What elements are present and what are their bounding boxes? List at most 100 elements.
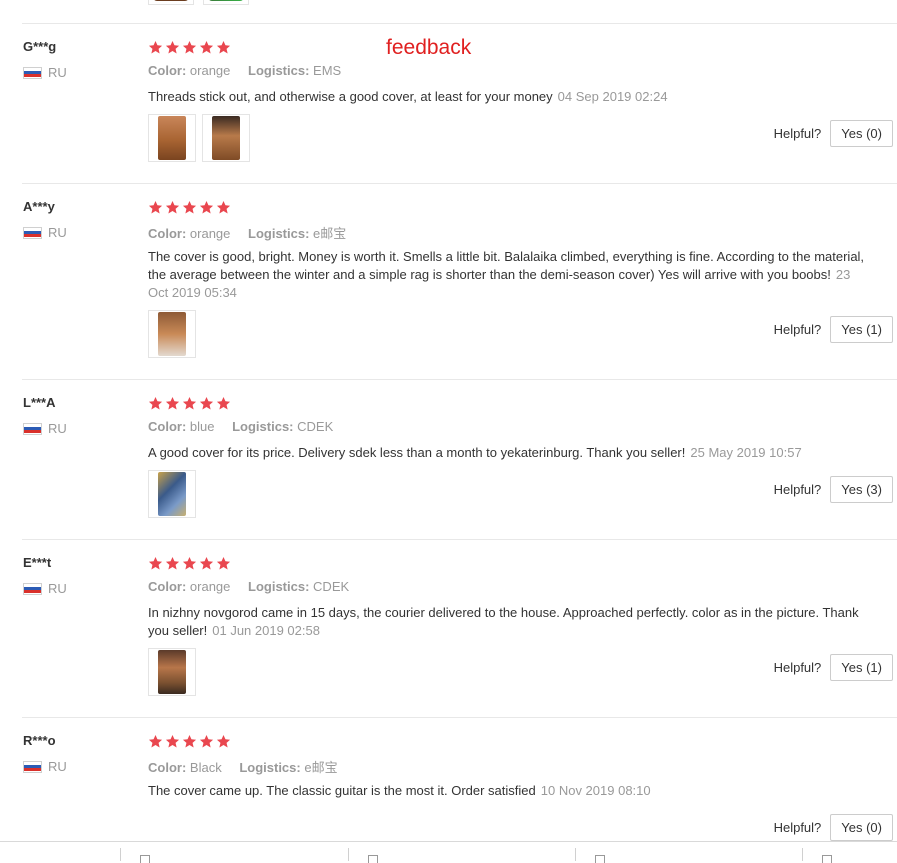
review-photos [148, 648, 196, 696]
review-body: The cover is good, bright. Money is wort… [148, 249, 865, 282]
review-divider [22, 717, 897, 718]
reviewer-name: R***o [23, 733, 56, 748]
helpful-yes-button[interactable]: Yes (1) [830, 316, 893, 343]
star-rating [148, 200, 231, 215]
toolbar-separator [802, 848, 803, 861]
review-photo-thumbnail[interactable] [148, 114, 196, 162]
russia-flag-icon [23, 582, 42, 595]
logistics-value: e邮宝 [313, 226, 347, 241]
color-label: Color: [148, 760, 187, 775]
reviewer-country: RU [23, 421, 67, 436]
review-text: In nizhny novgorod came in 15 days, the … [148, 604, 868, 640]
logistics-label: Logistics: [232, 419, 294, 434]
review-divider [22, 379, 897, 380]
review-meta: Color: blue Logistics: CDEK [148, 419, 333, 434]
logistics-value: EMS [313, 63, 342, 78]
helpful-yes-button[interactable]: Yes (0) [830, 814, 893, 841]
color-value: orange [189, 579, 231, 594]
star-icon [165, 40, 180, 55]
helpful-label: Helpful? [773, 482, 822, 497]
helpful-yes-button[interactable]: Yes (1) [830, 654, 893, 681]
review-meta: Color: orange Logistics: CDEK [148, 579, 349, 594]
review-date: 25 May 2019 10:57 [690, 445, 802, 460]
review-photo-thumbnail[interactable] [148, 0, 194, 5]
russia-flag-icon [23, 422, 42, 435]
logistics-value: CDEK [313, 579, 350, 594]
star-icon [182, 200, 197, 215]
review-photo-thumbnail[interactable] [148, 470, 196, 518]
review-text: A good cover for its price. Delivery sde… [148, 444, 868, 462]
star-icon [199, 396, 214, 411]
review-photo-thumbnail[interactable] [202, 114, 250, 162]
star-icon [148, 40, 163, 55]
document-icon[interactable] [822, 855, 832, 863]
review-photo-thumbnail[interactable] [148, 648, 196, 696]
star-icon [216, 200, 231, 215]
bottom-toolbar [0, 841, 897, 863]
star-icon [148, 200, 163, 215]
star-icon [216, 556, 231, 571]
review-meta: Color: Black Logistics: e邮宝 [148, 757, 338, 776]
star-icon [199, 200, 214, 215]
logistics-value: CDEK [297, 419, 334, 434]
feedback-annotation: feedback [386, 36, 472, 59]
review-divider [22, 183, 897, 184]
star-icon [182, 40, 197, 55]
document-icon[interactable] [595, 855, 605, 863]
color-value: orange [189, 226, 231, 241]
logistics-value: e邮宝 [304, 760, 338, 775]
review-date: 04 Sep 2019 02:24 [557, 89, 668, 104]
helpful-section: Helpful? Yes (0) [774, 814, 893, 841]
country-code: RU [48, 421, 67, 436]
color-label: Color: [148, 579, 187, 594]
color-label: Color: [148, 419, 187, 434]
toolbar-separator [575, 848, 576, 861]
review-photos [148, 114, 250, 162]
country-code: RU [48, 65, 67, 80]
country-code: RU [48, 225, 67, 240]
review-date: 01 Jun 2019 02:58 [212, 623, 320, 638]
color-label: Color: [148, 226, 187, 241]
star-icon [148, 556, 163, 571]
review-text: The cover is good, bright. Money is wort… [148, 248, 868, 302]
reviewer-name: L***A [23, 395, 56, 410]
star-icon [216, 734, 231, 749]
reviewer-name: A***y [23, 199, 55, 214]
review-meta: Color: orange Logistics: e邮宝 [148, 223, 346, 242]
helpful-section: Helpful? Yes (1) [774, 654, 893, 681]
review-body: The cover came up. The classic guitar is… [148, 783, 536, 798]
helpful-yes-button[interactable]: Yes (3) [830, 476, 893, 503]
logistics-label: Logistics: [248, 63, 310, 78]
reviewer-name: G***g [23, 39, 57, 54]
toolbar-separator [120, 848, 121, 861]
logistics-label: Logistics: [248, 579, 310, 594]
review-photo-thumbnail[interactable] [203, 0, 249, 5]
logistics-label: Logistics: [248, 226, 310, 241]
reviewer-country: RU [23, 759, 67, 774]
star-icon [216, 396, 231, 411]
helpful-yes-button[interactable]: Yes (0) [830, 120, 893, 147]
review-photo-thumbnail[interactable] [148, 310, 196, 358]
star-icon [165, 200, 180, 215]
star-icon [199, 734, 214, 749]
star-icon [199, 40, 214, 55]
review-divider [22, 23, 897, 24]
helpful-label: Helpful? [773, 820, 822, 835]
review-photos [148, 470, 196, 518]
country-code: RU [48, 759, 67, 774]
review-text: The cover came up. The classic guitar is… [148, 782, 868, 800]
review-divider [22, 539, 897, 540]
document-icon[interactable] [368, 855, 378, 863]
star-rating [148, 556, 231, 571]
reviewer-country: RU [23, 65, 67, 80]
logistics-label: Logistics: [239, 760, 301, 775]
star-icon [165, 734, 180, 749]
document-icon[interactable] [140, 855, 150, 863]
star-rating [148, 734, 231, 749]
star-icon [148, 396, 163, 411]
star-icon [165, 396, 180, 411]
star-icon [199, 556, 214, 571]
star-rating [148, 40, 231, 55]
reviewer-country: RU [23, 225, 67, 240]
helpful-section: Helpful? Yes (1) [774, 316, 893, 343]
